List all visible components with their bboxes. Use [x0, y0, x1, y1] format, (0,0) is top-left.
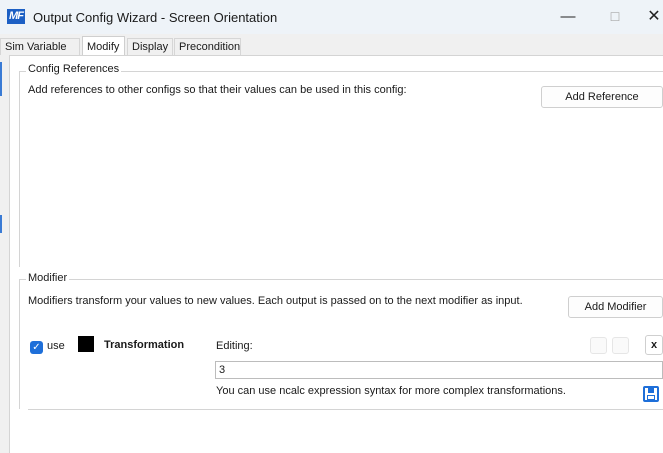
add-modifier-button[interactable]: Add Modifier	[568, 296, 663, 318]
expression-hint: You can use ncalc expression syntax for …	[216, 385, 566, 397]
use-label: use	[47, 340, 65, 352]
remove-modifier-button[interactable]: x	[645, 335, 663, 355]
close-button[interactable]: ✕	[642, 6, 663, 28]
use-checkbox[interactable]: ✓	[30, 341, 43, 354]
editing-label: Editing:	[216, 340, 253, 352]
tab-modify[interactable]: Modify	[82, 36, 125, 56]
modifier-label: Modifier	[26, 272, 70, 284]
color-swatch[interactable]	[78, 336, 94, 352]
modifier-frame-left	[19, 279, 20, 409]
add-reference-button[interactable]: Add Reference	[541, 86, 663, 108]
maximize-button[interactable]: ☐	[603, 6, 627, 28]
tab-sim-variable[interactable]: Sim Variable	[0, 38, 80, 55]
save-icon[interactable]	[643, 386, 659, 402]
window-edge-accent	[0, 62, 2, 96]
config-references-label: Config References	[26, 63, 122, 75]
tab-display[interactable]: Display	[127, 38, 173, 55]
window-edge-accent	[0, 215, 2, 233]
move-down-button[interactable]	[612, 337, 629, 354]
modifier-frame-top	[19, 279, 663, 280]
app-logo-icon: MF	[7, 9, 25, 24]
title-bar: MF Output Config Wizard - Screen Orienta…	[0, 0, 663, 34]
minimize-button[interactable]: —	[556, 6, 580, 28]
window-title: Output Config Wizard - Screen Orientatio…	[33, 10, 278, 25]
tab-precondition[interactable]: Precondition	[174, 38, 241, 55]
expression-input[interactable]	[215, 361, 663, 379]
move-up-button[interactable]	[590, 337, 607, 354]
modifier-item-divider	[28, 409, 663, 410]
modifier-description: Modifiers transform your values to new v…	[28, 295, 523, 307]
config-references-description: Add references to other configs so that …	[28, 84, 407, 96]
config-references-frame-left	[19, 71, 20, 267]
modifier-name: Transformation	[104, 339, 185, 351]
